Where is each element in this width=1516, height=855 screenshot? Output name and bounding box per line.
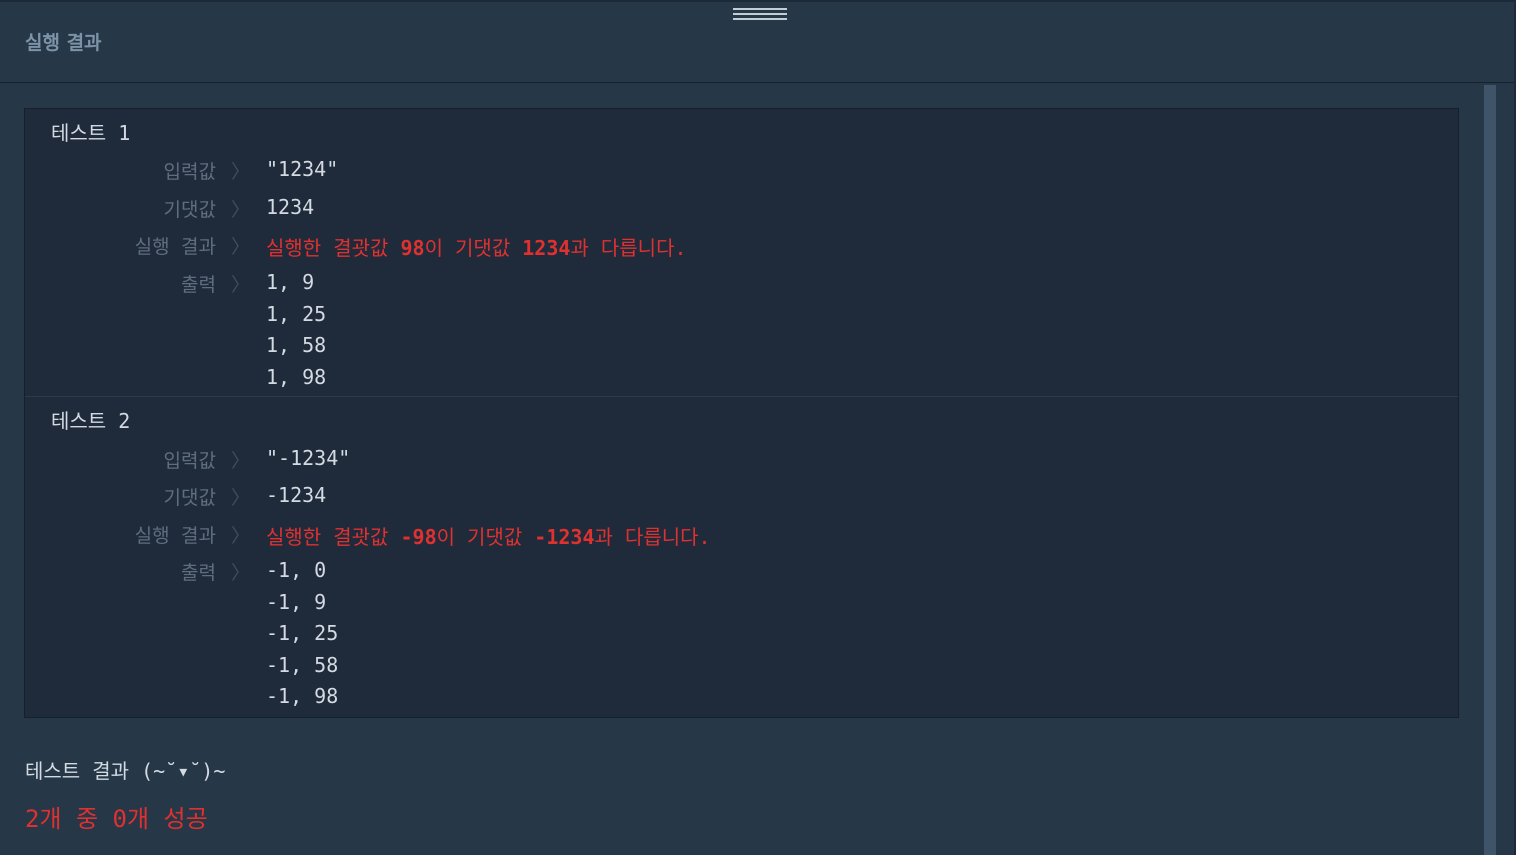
test-summary-title: 테스트 결과 (~˘▾˘)~: [25, 759, 226, 783]
output-line: -1, 58: [266, 652, 339, 677]
result-suffix: 과 다릅니다.: [594, 525, 711, 549]
expected-value: 1234: [266, 195, 315, 219]
expected-label: 기댓값: [163, 487, 216, 509]
output-row: 출력 〉: [25, 558, 1458, 588]
output-label: 출력: [181, 562, 216, 584]
result-mid: 이 기댓값: [436, 525, 535, 549]
input-value: "1234": [266, 157, 339, 181]
test-case-2: 테스트 2 입력값 〉 "-1234" 기댓값 〉 -1234 실행 결과 〉 …: [25, 397, 1458, 717]
chevron-right-icon: 〉: [231, 161, 251, 183]
output-lines: -1, 0 -1, 9 -1, 25 -1, 58 -1, 98: [266, 555, 338, 713]
actual-value: -98: [400, 525, 437, 549]
chevron-right-icon: 〉: [231, 450, 251, 472]
output-line: -1, 9: [266, 589, 327, 614]
input-label: 입력값: [163, 161, 216, 183]
input-label: 입력값: [163, 450, 216, 472]
expected-value-inline: -1234: [534, 525, 595, 549]
result-label: 실행 결과: [134, 525, 216, 547]
resize-handle-icon[interactable]: [733, 8, 787, 22]
chevron-right-icon: 〉: [231, 199, 251, 221]
vertical-scrollbar[interactable]: [1484, 85, 1496, 855]
test-title: 테스트 2: [51, 409, 131, 433]
expected-value: -1234: [266, 483, 327, 507]
chevron-right-icon: 〉: [231, 236, 251, 258]
output-line: 1, 98: [266, 364, 327, 389]
result-suffix: 과 다릅니다.: [570, 236, 687, 260]
input-row: 입력값 〉 "-1234": [25, 446, 1458, 476]
actual-value: 98: [400, 236, 425, 260]
result-row: 실행 결과 〉 실행한 결괏값 98이 기댓값 1234과 다릅니다.: [25, 232, 1458, 262]
output-line: 1, 25: [266, 301, 327, 326]
output-lines: 1, 9 1, 25 1, 58 1, 98: [266, 267, 326, 393]
chevron-right-icon: 〉: [231, 274, 251, 296]
test-title: 테스트 1: [51, 121, 131, 145]
test-summary-result: 2개 중 0개 성공: [25, 805, 208, 833]
result-row: 실행 결과 〉 실행한 결괏값 -98이 기댓값 -1234과 다릅니다.: [25, 521, 1458, 551]
panel-title: 실행 결과: [25, 32, 102, 54]
output-line: 1, 9: [266, 270, 315, 294]
output-row: 출력 〉: [25, 270, 1458, 300]
result-message: 실행한 결괏값 98이 기댓값 1234과 다릅니다.: [266, 232, 687, 261]
expected-row: 기댓값 〉 1234: [25, 195, 1458, 225]
input-row: 입력값 〉 "1234": [25, 157, 1458, 187]
output-label: 출력: [181, 274, 216, 296]
expected-label: 기댓값: [163, 199, 216, 221]
expected-value-inline: 1234: [522, 236, 571, 260]
output-line: -1, 0: [266, 558, 327, 582]
test-case-1: 테스트 1 입력값 〉 "1234" 기댓값 〉 1234 실행 결과 〉 실행…: [25, 109, 1458, 397]
expected-row: 기댓값 〉 -1234: [25, 483, 1458, 513]
chevron-right-icon: 〉: [231, 525, 251, 547]
result-prefix: 실행한 결괏값: [266, 525, 401, 549]
chevron-right-icon: 〉: [231, 562, 251, 584]
result-label: 실행 결과: [134, 236, 216, 258]
chevron-right-icon: 〉: [231, 487, 251, 509]
output-line: 1, 58: [266, 333, 327, 357]
result-prefix: 실행한 결괏값: [266, 236, 401, 260]
result-message: 실행한 결괏값 -98이 기댓값 -1234과 다릅니다.: [266, 521, 711, 550]
input-value: "-1234": [266, 446, 351, 470]
result-mid: 이 기댓값: [424, 236, 523, 260]
test-results-box: 테스트 1 입력값 〉 "1234" 기댓값 〉 1234 실행 결과 〉 실행…: [24, 108, 1459, 718]
results-scroll-area[interactable]: 테스트 1 입력값 〉 "1234" 기댓값 〉 1234 실행 결과 〉 실행…: [0, 83, 1516, 855]
output-line: -1, 25: [266, 621, 339, 645]
output-line: -1, 98: [266, 684, 339, 708]
run-results-panel: 실행 결과 테스트 1 입력값 〉 "1234" 기댓값 〉 1234 실행 결…: [0, 0, 1516, 855]
scrollbar-thumb[interactable]: [1484, 85, 1496, 855]
